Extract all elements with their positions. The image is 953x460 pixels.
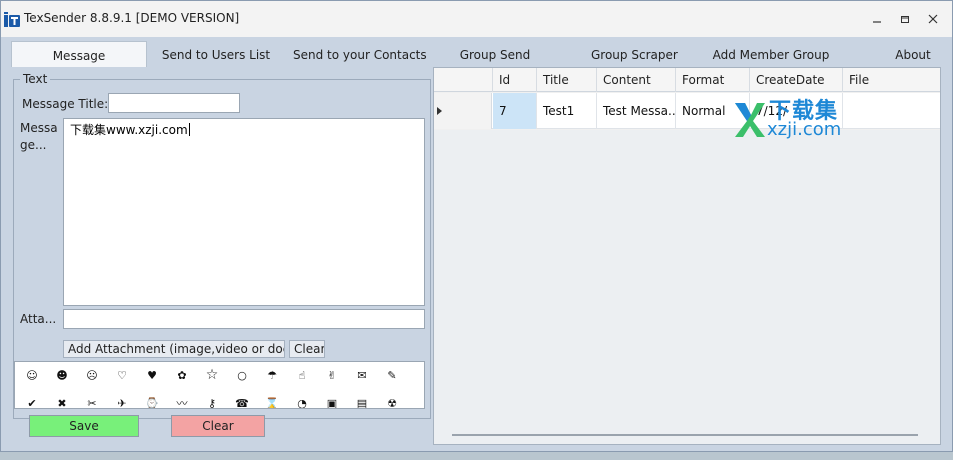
envelope-icon[interactable]: ✉ [351,366,373,384]
column-header-createdate[interactable]: CreateDate [750,68,843,92]
message-title-input[interactable] [108,93,240,113]
restore-button[interactable] [896,11,914,27]
attachment-label: Atta... [20,312,57,326]
save-button[interactable]: Save [29,415,139,437]
star-outline-icon[interactable]: ☆ [201,366,223,384]
column-header-title[interactable]: Title [537,68,597,92]
message-label-line2: ge... [20,138,47,152]
attachment-input[interactable] [63,309,425,329]
add-attachment-button[interactable]: Add Attachment (image,video or doc... [63,340,285,358]
floppy-icon[interactable]: ▣ [321,394,343,409]
text-caret [188,123,190,136]
message-text-value: 下载集www.xzji.com [70,123,188,137]
emoji-picker: ☺ ☻ ☹ ♡ ♥ ✿ ☆ ○ ☂ ☝ ✌ ✉ ✎ ✔ ✖ ✂ ✈ ⌚ 〰 ⚷ … [14,361,425,409]
cell-id[interactable]: 7 [493,93,537,129]
tab-group-send[interactable]: Group Send [457,41,533,69]
airplane-icon[interactable]: ✈ [111,394,133,409]
cell-title[interactable]: Test1 [537,93,597,129]
column-header-file[interactable]: File [843,68,940,92]
message-label-line1: Messa [20,121,58,135]
heart-outline-icon[interactable]: ♡ [111,366,133,384]
film-icon[interactable]: ▤ [351,394,373,409]
smile-face-icon[interactable]: ☺ [21,366,43,384]
cell-content[interactable]: Test Messa... [597,93,676,129]
grid-header: Id Title Content Format CreateDate File [434,68,940,92]
app-logo-icon [4,12,20,27]
tab-about[interactable]: About [889,41,937,69]
close-icon [928,14,938,24]
flower-icon[interactable]: ✿ [171,366,193,384]
window-title: TexSender 8.8.9.1 [DEMO VERSION] [24,11,240,25]
hand-icon[interactable]: ☝ [291,366,313,384]
title-bar: TexSender 8.8.9.1 [DEMO VERSION] [1,1,952,37]
clear-attachment-button[interactable]: Clear [289,340,325,358]
heart-icon[interactable]: ♥ [141,366,163,384]
watermark-text-en: xzji.com [767,119,842,140]
message-panel: Text Message Title: Messa ge... 下载集www.x… [11,67,433,445]
cross-icon[interactable]: ✖ [51,394,73,409]
message-title-label: Message Title: [22,97,109,111]
row-header[interactable] [434,93,492,129]
column-header-content[interactable]: Content [597,68,676,92]
watermark: 下载集 xzji.com [731,95,871,143]
stopwatch-icon[interactable]: ◔ [291,394,313,409]
desktop-background-strip [0,452,953,460]
app-window: TexSender 8.8.9.1 [DEMO VERSION] Message… [0,0,953,452]
current-row-arrow-icon [437,107,442,115]
message-textarea[interactable]: 下载集www.xzji.com [63,118,425,306]
horizontal-scrollbar[interactable] [452,434,918,436]
check-icon[interactable]: ✔ [21,394,43,409]
sad-face-icon[interactable]: ☹ [81,366,103,384]
grid-corner-cell [434,68,493,92]
message-text: 下载集www.xzji.com [70,121,190,138]
peace-hand-icon[interactable]: ✌ [321,366,343,384]
grin-face-icon[interactable]: ☻ [51,366,73,384]
hourglass-icon[interactable]: ⌛ [261,394,283,409]
watermark-logo-icon [735,103,765,137]
tab-message[interactable]: Message [11,41,147,69]
tab-send-to-users-list[interactable]: Send to Users List [161,41,271,69]
grid-empty-area [434,130,940,444]
tab-send-to-your-contacts[interactable]: Send to your Contacts [293,41,427,69]
umbrella-icon[interactable]: ☂ [261,366,283,384]
tab-add-member-group[interactable]: Add Member Group [711,41,831,69]
radioactive-icon[interactable]: ☢ [381,394,403,409]
squiggle-icon[interactable]: 〰 [171,394,193,408]
key-icon[interactable]: ⚷ [201,394,223,409]
text-group-label: Text [20,72,51,86]
column-header-id[interactable]: Id [493,68,537,92]
column-header-format[interactable]: Format [676,68,750,92]
clock-icon[interactable]: ⌚ [141,394,163,409]
clear-button[interactable]: Clear [171,415,265,437]
main-tab-bar: Message Send to Users List Send to your … [11,41,943,69]
circle-icon[interactable]: ○ [231,366,253,384]
minimize-button[interactable] [868,11,886,27]
tab-group-scraper[interactable]: Group Scraper [591,41,678,69]
restore-icon [901,16,909,23]
pencil-icon[interactable]: ✎ [381,366,403,384]
scissors-icon[interactable]: ✂ [81,394,103,409]
close-button[interactable] [924,11,942,27]
minimize-icon [873,21,881,23]
telephone-icon[interactable]: ☎ [231,394,253,409]
